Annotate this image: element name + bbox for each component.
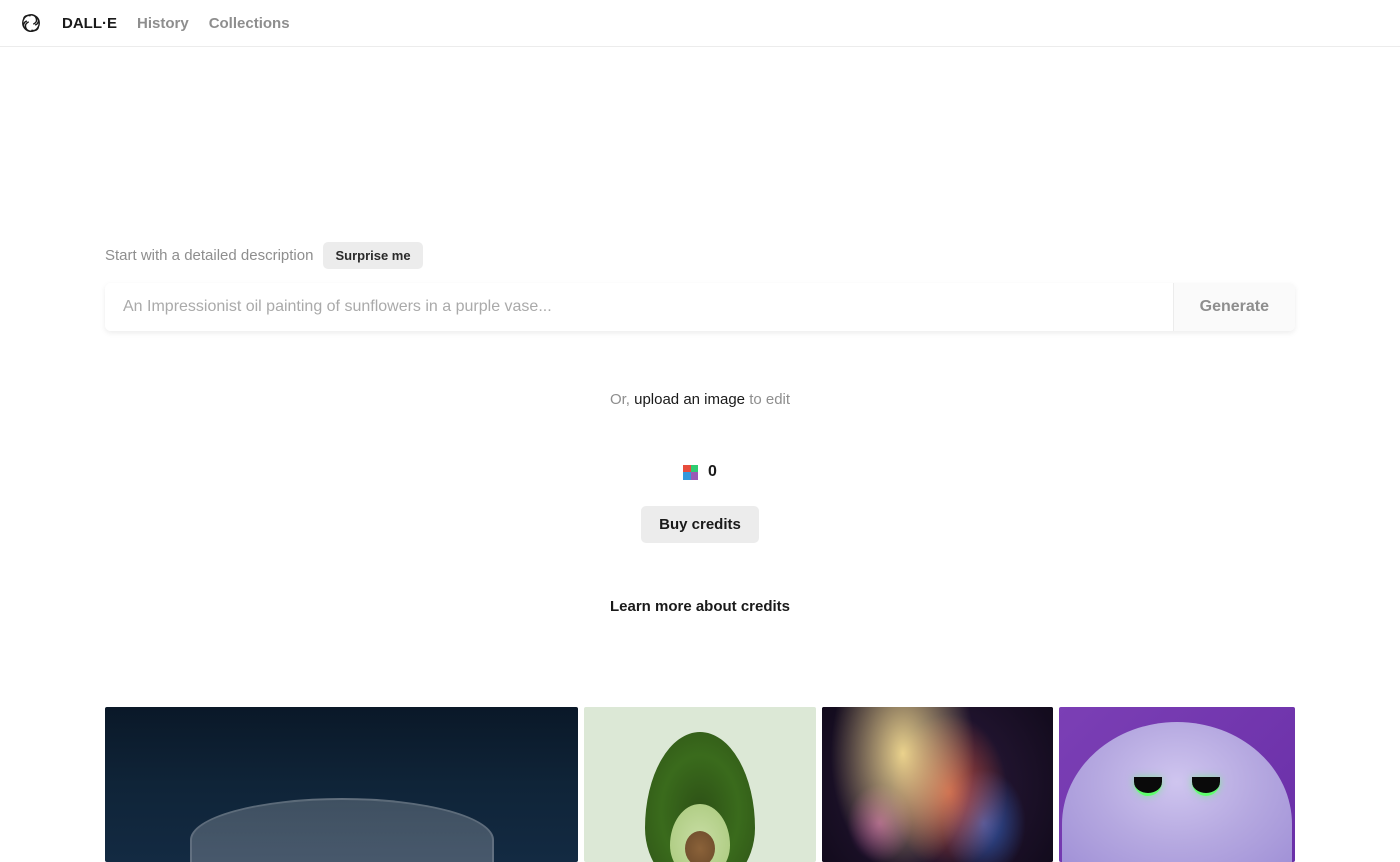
header: DALL·E History Collections — [0, 0, 1400, 47]
prompt-input-row: Generate — [105, 283, 1295, 331]
upload-prefix: Or, — [610, 391, 634, 408]
gallery-item[interactable] — [822, 707, 1054, 862]
prompt-header: Start with a detailed description Surpri… — [105, 242, 1295, 269]
nav-collections[interactable]: Collections — [209, 15, 290, 32]
nebula-graphic — [822, 707, 1054, 862]
gallery — [105, 707, 1295, 862]
openai-logo-icon[interactable] — [20, 12, 42, 34]
buy-credits-button[interactable]: Buy credits — [641, 506, 759, 543]
gallery-item[interactable] — [1059, 707, 1295, 862]
nav-history[interactable]: History — [137, 15, 189, 32]
generate-button[interactable]: Generate — [1173, 283, 1295, 331]
nav-dalle[interactable]: DALL·E — [62, 15, 117, 32]
prompt-input[interactable] — [105, 283, 1173, 331]
gallery-item[interactable] — [584, 707, 816, 862]
learn-more-link[interactable]: Learn more about credits — [105, 598, 1295, 615]
upload-image-link[interactable]: upload an image — [634, 391, 745, 408]
prompt-label: Start with a detailed description — [105, 247, 313, 264]
main-content: Start with a detailed description Surpri… — [85, 242, 1315, 862]
credits-count: 0 — [708, 463, 717, 481]
gallery-item[interactable] — [105, 707, 578, 862]
upload-line: Or, upload an image to edit — [105, 391, 1295, 408]
upload-suffix: to edit — [745, 391, 790, 408]
surprise-me-button[interactable]: Surprise me — [323, 242, 422, 269]
credits-row: 0 — [105, 463, 1295, 481]
yeti-graphic — [1062, 722, 1292, 862]
prompt-section: Start with a detailed description Surpri… — [105, 242, 1295, 331]
avocado-graphic — [645, 732, 755, 862]
credits-icon — [683, 465, 698, 480]
